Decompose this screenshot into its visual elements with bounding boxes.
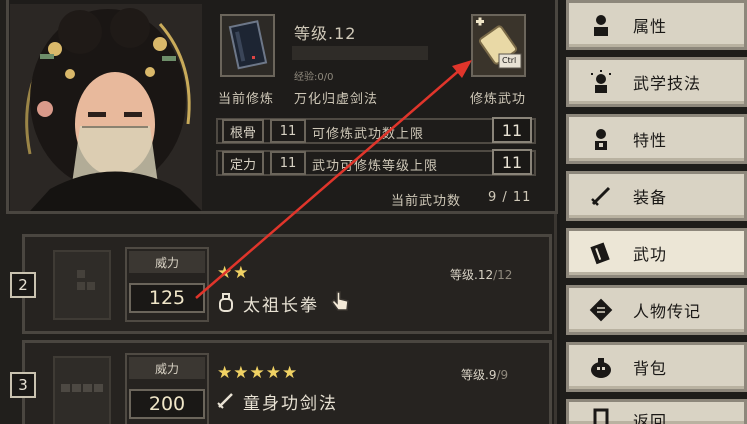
bag-icon bbox=[587, 353, 615, 381]
return-icon bbox=[587, 406, 615, 424]
menu-label: 特性 bbox=[633, 131, 668, 150]
menu-label: 属性 bbox=[633, 17, 668, 36]
sword-icon bbox=[587, 182, 615, 210]
annotation-arrow bbox=[195, 60, 472, 299]
menu-label: 武学技法 bbox=[633, 74, 702, 93]
menu-label: 背包 bbox=[633, 359, 668, 378]
trait-icon bbox=[587, 125, 615, 153]
book-icon bbox=[587, 239, 615, 267]
menu-label: 武功 bbox=[633, 245, 668, 264]
menu-label: 装备 bbox=[633, 188, 668, 207]
aura-person-icon bbox=[587, 68, 615, 96]
menu-label: 人物传记 bbox=[633, 302, 702, 321]
menu-bag[interactable]: 背包 bbox=[566, 342, 747, 392]
menu-return[interactable]: 返回 bbox=[566, 399, 747, 424]
menu-biography[interactable]: 人物传记 bbox=[566, 285, 747, 335]
menu-traits[interactable]: 特性 bbox=[566, 114, 747, 164]
menu-martial-arts[interactable]: 武功 bbox=[566, 228, 747, 278]
person-icon bbox=[587, 11, 615, 39]
menu-martial-skills[interactable]: 武学技法 bbox=[566, 57, 747, 107]
menu-attributes[interactable]: 属性 bbox=[566, 0, 747, 50]
scroll-icon bbox=[587, 296, 615, 324]
menu-label: 返回 bbox=[633, 412, 668, 424]
menu-equipment[interactable]: 装备 bbox=[566, 171, 747, 221]
